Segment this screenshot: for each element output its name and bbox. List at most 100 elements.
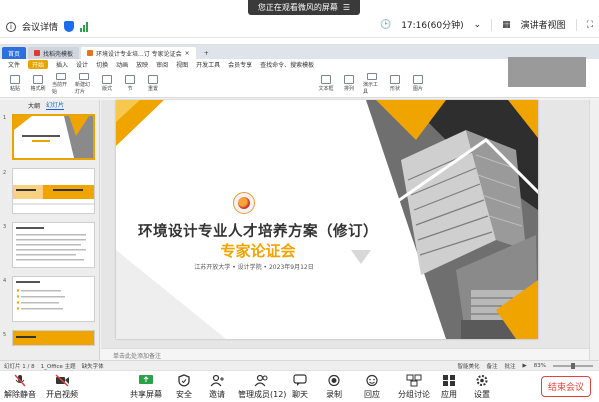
security-button[interactable]: 安全 — [176, 374, 192, 400]
slide-thumbnail[interactable] — [12, 168, 95, 214]
ribbon-paste[interactable]: 粘贴 — [6, 73, 24, 95]
meeting-toolbar: 解除静音 开启视频 共享屏幕 安全 邀请 管理成员(12) 聊天 录制 回应 分… — [0, 370, 599, 402]
ribbon-picture[interactable]: 图片 — [409, 73, 427, 95]
slide-meta: 江苏开放大学 • 设计学院 • 2023年9月12日 — [194, 264, 314, 271]
tab-slides[interactable]: 幻灯片 — [46, 100, 65, 110]
fullscreen-icon[interactable]: ⛶ — [587, 20, 593, 30]
logo-emblem — [238, 197, 250, 209]
smart-beautify[interactable]: 智能美化 — [457, 362, 479, 370]
emoji-icon — [366, 374, 378, 387]
new-tab-button[interactable]: + — [198, 47, 215, 59]
missing-font[interactable]: 缺失字体 — [82, 362, 104, 370]
members-icon — [254, 374, 268, 387]
invite-button[interactable]: 邀请 — [209, 374, 225, 400]
ribbon-section[interactable]: 节 — [121, 73, 139, 95]
breakout-icon — [406, 374, 422, 387]
apps-button[interactable]: 应用 — [441, 374, 457, 400]
ppt-icon — [87, 50, 94, 56]
meeting-right-controls: 🕒 17:16(60分钟) ⌄ ▦ 演讲者视图 ⛶ — [380, 18, 593, 31]
slide-thumbnail[interactable] — [12, 276, 95, 322]
tab-templates[interactable]: 找稻壳模板 — [28, 47, 80, 59]
tab-home[interactable]: 首页 — [2, 47, 27, 59]
ribbon-new-slide[interactable]: 新建幻灯片 — [75, 72, 93, 95]
slide-thumbnail[interactable] — [12, 222, 95, 268]
ribbon-from-current[interactable]: 当前开始 — [52, 72, 70, 95]
settings-button[interactable]: 设置 — [474, 374, 490, 400]
slide-thumbnail[interactable] — [12, 114, 95, 160]
slide-thumbnail[interactable] — [12, 330, 95, 346]
tab-document[interactable]: 环境设计专业培...订 专家论证会 × — [81, 47, 196, 59]
menu-slideshow[interactable]: 放映 — [136, 60, 148, 69]
divider — [491, 18, 493, 31]
notes-area[interactable]: 单击此处添加备注 — [101, 348, 589, 360]
comments-toggle[interactable]: 批注 — [505, 362, 516, 370]
thumb-number: 1 — [3, 115, 7, 121]
thumb-number: 5 — [3, 332, 7, 338]
menu-view[interactable]: 视图 — [176, 60, 188, 69]
ribbon-shape[interactable]: 形状 — [386, 73, 404, 95]
tools-icon — [367, 72, 377, 80]
arrange-icon — [344, 75, 354, 84]
menu-animation[interactable]: 动画 — [116, 60, 128, 69]
signal-icon[interactable] — [80, 21, 89, 32]
meeting-info-label: 会议详情 — [22, 23, 59, 33]
meeting-time[interactable]: 17:16(60分钟) — [401, 18, 463, 31]
share-screen-button[interactable]: 共享屏幕 — [130, 374, 162, 400]
ribbon-format-painter[interactable]: 格式刷 — [29, 73, 47, 95]
unmute-button[interactable]: 解除静音 — [4, 374, 36, 400]
menu-devtools[interactable]: 开发工具 — [196, 60, 220, 69]
zoom-level[interactable]: 83% — [534, 363, 546, 369]
thumb-art — [16, 227, 86, 261]
zoom-slider[interactable] — [553, 363, 593, 369]
chat-icon — [293, 374, 307, 386]
menu-icon[interactable]: ☰ — [343, 3, 350, 12]
notes-placeholder: 单击此处添加备注 — [113, 353, 162, 360]
shield-icon[interactable] — [64, 21, 75, 32]
chat-button[interactable]: 聊天 — [292, 374, 308, 400]
ribbon-label: 版式 — [101, 86, 112, 92]
thumb-art — [14, 116, 93, 158]
thumb-number: 2 — [3, 170, 7, 176]
divider — [575, 18, 577, 31]
thumb-art — [13, 185, 94, 205]
notes-toggle[interactable]: 备注 — [487, 362, 498, 370]
thumb-number: 4 — [3, 278, 7, 284]
ribbon-textbox[interactable]: 文本框 — [317, 73, 335, 95]
menu-file[interactable]: 文件 — [8, 60, 20, 69]
ribbon-label: 形状 — [389, 86, 400, 92]
meeting-info[interactable]: i 会议详情 — [6, 20, 89, 33]
menu-member[interactable]: 会员专享 — [228, 60, 252, 69]
menu-insert[interactable]: 插入 — [56, 60, 68, 69]
tool-label: 录制 — [326, 390, 342, 399]
reactions-button[interactable]: 回应 — [364, 374, 380, 400]
record-button[interactable]: 录制 — [326, 374, 342, 400]
tab-outline[interactable]: 大纲 — [28, 101, 40, 110]
close-icon[interactable]: × — [185, 50, 190, 57]
pane-tabs: 大纲 幻灯片 — [0, 100, 99, 110]
ribbon-layout[interactable]: 版式 — [98, 73, 116, 95]
tool-label: 管理成员(12) — [238, 390, 287, 399]
menu-start[interactable]: 开始 — [28, 60, 49, 69]
menu-transition[interactable]: 切换 — [96, 60, 108, 69]
menu-design[interactable]: 设计 — [76, 60, 88, 69]
tool-label: 邀请 — [209, 390, 225, 399]
share-banner-text: 您正在观看微风的屏幕 — [257, 3, 338, 12]
screen-share-banner[interactable]: 您正在观看微风的屏幕 ☰ — [248, 0, 360, 15]
breakout-button[interactable]: 分组讨论 — [398, 374, 430, 400]
end-meeting-button[interactable]: 结束会议 — [541, 376, 591, 397]
ribbon-label: 节 — [127, 86, 133, 92]
play-icon[interactable]: ▶ — [523, 363, 527, 369]
view-selector[interactable]: 演讲者视图 — [521, 18, 566, 31]
menu-review[interactable]: 审阅 — [156, 60, 168, 69]
ribbon-reset[interactable]: 重置 — [144, 73, 162, 95]
vertical-scrollbar[interactable] — [589, 100, 599, 360]
ribbon-tools[interactable]: 演示工具 — [363, 72, 381, 95]
start-video-button[interactable]: 开启视频 — [46, 374, 78, 400]
camera-off-icon — [55, 374, 69, 387]
section-icon — [125, 75, 135, 84]
settings-icon — [476, 375, 488, 386]
chevron-down-icon[interactable]: ⌄ — [474, 20, 482, 30]
ribbon-arrange[interactable]: 排列 — [340, 73, 358, 95]
manage-members-button[interactable]: 管理成员(12) — [238, 374, 286, 400]
search-command[interactable]: 查找命令、搜索模板 — [260, 60, 314, 69]
